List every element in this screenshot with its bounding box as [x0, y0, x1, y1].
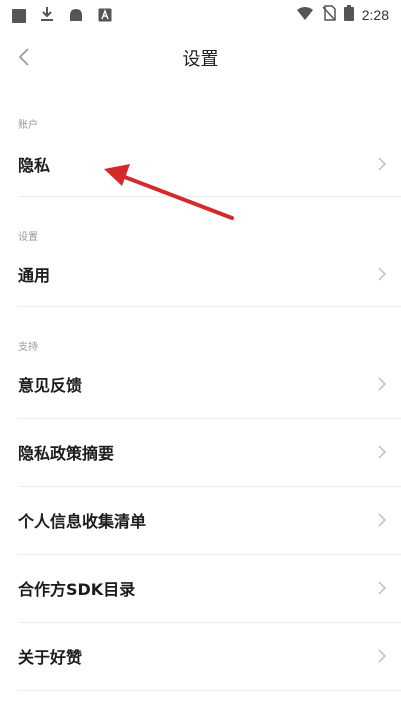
divider: [18, 306, 401, 307]
status-bar-left: [12, 6, 112, 26]
divider: [18, 690, 401, 691]
divider: [18, 486, 401, 487]
settings-item-label: 关于好赞: [18, 648, 83, 667]
settings-item-label: 个人信息收集清单: [18, 512, 147, 531]
chevron-right-icon: [378, 267, 387, 281]
section-label-support: 支持: [18, 342, 38, 353]
settings-item-general[interactable]: 通用: [0, 242, 401, 306]
settings-item-feedback[interactable]: 意见反馈: [0, 352, 401, 416]
chevron-right-icon: [378, 377, 387, 391]
divider: [18, 622, 401, 623]
text-box-icon: [98, 7, 112, 26]
status-bar: 2:28: [0, 0, 401, 32]
android-icon: [68, 7, 84, 26]
settings-item-label: 通用: [18, 266, 51, 285]
wifi-icon: [296, 5, 314, 25]
section-label-account: 账户: [18, 120, 38, 131]
chevron-right-icon: [378, 649, 387, 663]
settings-item-privacy-policy-summary[interactable]: 隐私政策摘要: [0, 420, 401, 484]
download-icon: [40, 6, 54, 26]
square-icon: [12, 9, 26, 23]
chevron-right-icon: [378, 445, 387, 459]
divider: [18, 554, 401, 555]
divider: [18, 418, 401, 419]
no-sim-icon: [322, 5, 336, 25]
settings-item-privacy[interactable]: 隐私: [0, 132, 401, 196]
battery-icon: [343, 5, 354, 25]
settings-item-label: 隐私政策摘要: [18, 444, 115, 463]
section-label-settings: 设置: [18, 232, 38, 243]
page-title: 设置: [182, 49, 219, 70]
chevron-right-icon: [378, 513, 387, 527]
nav-bar: 设置: [0, 32, 401, 82]
clock-time: 2:28: [361, 7, 389, 23]
settings-item-label: 隐私: [18, 156, 51, 175]
status-bar-right: 2:28: [296, 5, 389, 25]
chevron-right-icon: [378, 581, 387, 595]
divider: [18, 196, 401, 197]
settings-item-partner-sdk-list[interactable]: 合作方SDK目录: [0, 556, 401, 620]
settings-item-personal-info-list[interactable]: 个人信息收集清单: [0, 488, 401, 552]
settings-item-about[interactable]: 关于好赞: [0, 624, 401, 688]
chevron-right-icon: [378, 157, 387, 171]
settings-item-label: 合作方SDK目录: [18, 580, 136, 599]
settings-item-label: 意见反馈: [18, 376, 83, 395]
